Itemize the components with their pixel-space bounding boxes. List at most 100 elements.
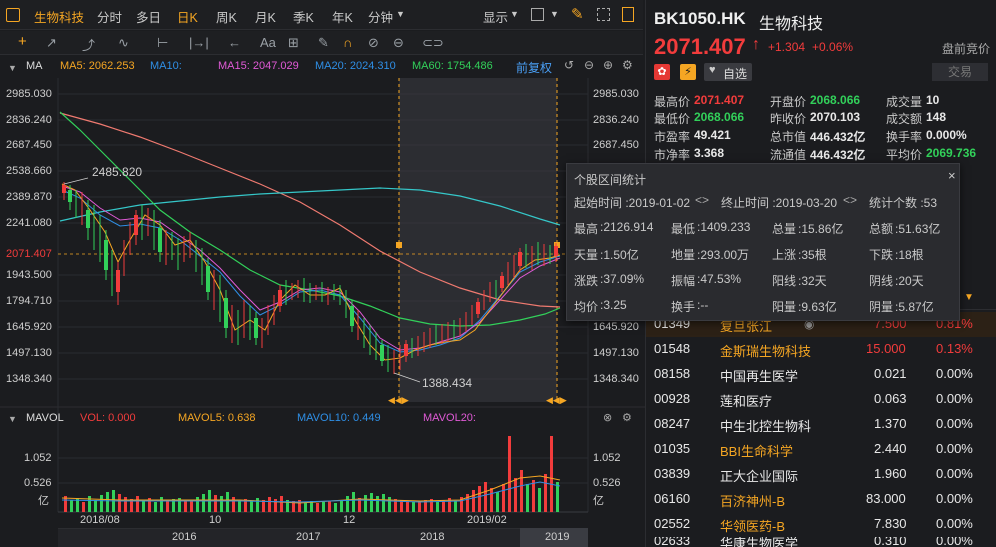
stat-value: 446.432亿 [810,148,866,162]
popup-stat-value: :37.09% [600,272,645,286]
stat-label: 总市值 [770,130,807,144]
list-item-name: BBI生命科学 [720,444,793,459]
list-item[interactable]: 08158 中国再生医学 0.021 0.00% [646,362,996,387]
list-item-code: 01035 [654,441,691,456]
watchlist-label: 自选 [723,67,748,81]
stock-name: 生物科技 [759,16,824,33]
start-stepper-icon[interactable]: <> [695,193,709,207]
list-item-pct: 0.00% [936,441,973,456]
price-axis-label: 1943.500 [6,269,52,281]
list-item-name: 华领医药-B [720,519,786,534]
svg-text:◀◀▶: ◀◀▶ [546,395,567,405]
list-item-name: 正大企业国际 [720,469,799,484]
stat-label: 流通值 [770,148,807,162]
x-axis-label: 2018/08 [80,514,120,526]
list-item-code: 00928 [654,391,691,406]
popup-stat-label: 总额 [869,222,894,236]
stat-value: 2069.736 [926,146,977,160]
price-axis-label-right: 2985.030 [593,88,639,100]
end-stepper-icon[interactable]: <> [843,193,857,207]
heart-icon: ♥ [709,64,716,76]
close-icon[interactable]: ⊗ [603,411,612,424]
list-item-price: 1.960 [874,466,907,481]
price-change: +1.304 [768,40,806,54]
vol-axis-label: 1.052 [24,452,52,464]
list-item-pct: 0.00% [936,391,973,406]
stat-label: 最低价 [654,112,691,126]
list-item-pct: 0.13% [936,341,973,356]
list-item[interactable]: 03839 正大企业国际 1.960 0.00% [646,462,996,487]
price-axis-label: 2985.030 [6,88,52,100]
stat-label: 换手率 [886,130,923,144]
popup-stat-value: :32天 [798,274,827,288]
stat-value: 2070.103 [810,110,861,124]
x-axis-label: 2019/02 [467,514,507,526]
sort-chevron-icon[interactable]: ▼ [964,292,974,303]
kline-chart[interactable]: ◀◀▶ ◀◀▶ [0,0,645,547]
hk-flag-icon: ✿ [654,64,670,80]
price-axis-label: 2836.240 [6,114,52,126]
popup-stat-label: 涨跌 [574,274,599,288]
mavol20-label: MAVOL20: [423,412,476,424]
up-arrow-icon: ↑ [752,36,760,53]
price-axis-label-right: 1497.130 [593,347,639,359]
popup-stat-value: :1.50亿 [600,248,639,262]
stat-label: 最高价 [654,95,691,109]
list-item[interactable]: 02633 华康生物医学 0.310 0.00% [646,537,996,547]
list-item-name: 中生北控生物科 [720,419,812,434]
price-axis-label: 1497.130 [6,347,52,359]
popup-stat-value: :293.00万 [697,248,750,262]
trade-button[interactable]: 交易 [932,63,988,81]
x-axis-label: 12 [343,514,356,526]
popup-stat-value: :35根 [798,248,827,262]
popup-stat-label: 总量 [772,222,797,236]
timeline-navigator[interactable] [58,528,588,547]
popup-stat-value: :47.53% [697,272,742,286]
list-item-price: 1.370 [874,416,907,431]
vol-axis-unit: 亿 [38,495,49,507]
list-item-name: 莲和医疗 [720,394,773,409]
list-item-price: 83.000 [866,491,906,506]
popup-start-time: 起始时间 :2019-01-02 [574,196,691,210]
stat-value: 49.421 [694,128,731,142]
popup-stat-label: 天量 [574,248,599,262]
price-axis-label: 1348.340 [6,373,52,385]
list-item-pct: 0.00% [936,416,973,431]
popup-stat-label: 均价 [574,300,599,314]
vol-axis-unit-right: 亿 [593,495,604,507]
list-item[interactable]: 01548 金斯瑞生物科技 15.000 0.13% [646,337,996,362]
popup-stat-label: 上涨 [772,248,797,262]
list-item[interactable]: 01035 BBI生命科学 2.440 0.00% [646,437,996,462]
popup-stat-label: 下跌 [869,248,894,262]
list-item[interactable]: 02552 华领医药-B 7.830 0.00% [646,512,996,537]
list-item-name: 百济神州-B [720,494,786,509]
close-icon[interactable]: × [948,168,956,183]
popup-stat-value: :2126.914 [600,220,654,234]
popup-stat-label: 振幅 [671,274,696,288]
list-item-price: 0.310 [874,537,907,547]
gear-icon[interactable]: ⚙ [622,411,632,424]
list-item-pct: 0.00% [936,466,973,481]
popup-stat-label: 阴量 [869,300,894,314]
mavol10-label: MAVOL10: 0.449 [297,412,381,424]
stat-label: 开盘价 [770,95,807,109]
stat-value: 148 [926,110,947,124]
vol-axis-label: 0.526 [24,477,52,489]
popup-stat-label: 阳线 [772,274,797,288]
stat-value: 3.368 [694,146,725,160]
list-item[interactable]: 06160 百济神州-B 83.000 0.00% [646,487,996,512]
period-low-annotation: 1388.434 [422,376,473,390]
popup-count: 统计个数 :53 [869,196,938,210]
list-item-code: 08247 [654,416,691,431]
vol-collapse-icon[interactable]: ▼ [8,414,17,424]
list-item-code: 01548 [654,341,691,356]
list-item-name: 金斯瑞生物科技 [720,344,812,359]
last-price: 2071.407 [654,34,746,59]
timeline-year-label: 2017 [296,531,321,543]
timeline-year-label: 2018 [420,531,445,543]
list-item-price: 2.440 [874,441,907,456]
list-item[interactable]: 08247 中生北控生物科 1.370 0.00% [646,412,996,437]
stat-value: 10 [926,93,940,107]
list-item[interactable]: 00928 莲和医疗 0.063 0.00% [646,387,996,412]
stat-value: 2068.066 [810,93,861,107]
